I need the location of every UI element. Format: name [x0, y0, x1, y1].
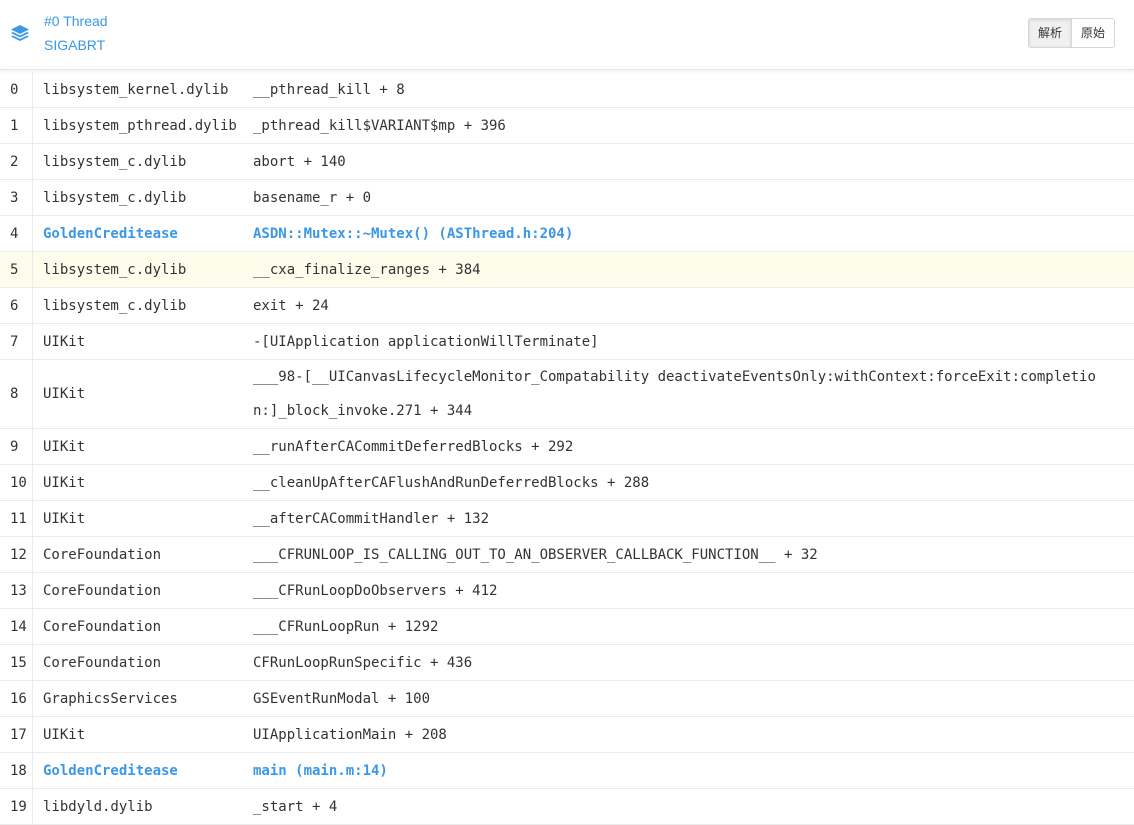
frame-symbol: __cxa_finalize_ranges + 384	[253, 261, 481, 278]
frame-module: CoreFoundation	[43, 582, 162, 599]
frame-module: libdyld.dylib	[43, 798, 153, 815]
frame-symbol: ___CFRunLoopDoObservers + 412	[253, 582, 498, 599]
stack-frame-row[interactable]: 7 UIKit -[UIApplication applicationWillTer…	[0, 324, 1134, 360]
frame-module: CoreFoundation	[43, 654, 162, 671]
frame-symbol: ___CFRunLoopRun + 1292	[253, 618, 439, 635]
frame-index: 8	[0, 360, 33, 428]
frame-module: CoreFoundation	[43, 618, 162, 635]
frame-module: libsystem_c.dylib	[43, 153, 187, 170]
frame-symbol: _start + 4	[253, 798, 338, 815]
frame-index: 7	[0, 324, 33, 359]
view-mode-toggle: 解析 原始	[1028, 18, 1116, 48]
stack-frame-row[interactable]: 11 UIKit __afterCACommitHandler + 132	[0, 501, 1134, 537]
frame-symbol: __pthread_kill + 8	[253, 81, 405, 98]
frame-symbol: CFRunLoopRunSpecific + 436	[253, 654, 473, 671]
frame-module: UIKit	[43, 438, 86, 455]
frame-module: GoldenCreditease	[43, 762, 178, 779]
frame-index: 15	[0, 645, 33, 680]
thread-header: #0 Thread SIGABRT 解析 原始	[0, 0, 1134, 70]
frame-index: 13	[0, 573, 33, 608]
parsed-button[interactable]: 解析	[1029, 19, 1072, 47]
frame-symbol: -[UIApplication applicationWillTerminate…	[253, 333, 599, 350]
frame-index: 5	[0, 252, 33, 287]
frame-index: 17	[0, 717, 33, 752]
frame-symbol: basename_r + 0	[253, 189, 372, 206]
frame-index: 2	[0, 144, 33, 179]
stack-frame-row[interactable]: 19 libdyld.dylib _start + 4	[0, 789, 1134, 825]
frame-index: 10	[0, 465, 33, 500]
stack-frame-row[interactable]: 6 libsystem_c.dylib exit + 24	[0, 288, 1134, 324]
raw-button[interactable]: 原始	[1071, 19, 1115, 47]
frame-symbol: __afterCACommitHandler + 132	[253, 510, 490, 527]
frame-module: libsystem_c.dylib	[43, 261, 187, 278]
stack-frame-row[interactable]: 0 libsystem_kernel.dylib __pthread_kill + …	[0, 72, 1134, 108]
stack-frame-row[interactable]: 8 UIKit ___98-[__UICanvasLifecycleMonitor_…	[0, 360, 1134, 429]
frame-symbol: abort + 140	[253, 153, 346, 170]
stack-frame-row[interactable]: 18 GoldenCreditease main (main.m:14)	[0, 753, 1134, 789]
frame-module: libsystem_c.dylib	[43, 189, 187, 206]
frame-module: UIKit	[43, 726, 86, 743]
frame-symbol: __cleanUpAfterCAFlushAndRunDeferredBlock…	[253, 474, 650, 491]
frame-symbol: exit + 24	[253, 297, 329, 314]
stack-frame-row[interactable]: 1 libsystem_pthread.dylib _pthread_kill$VA…	[0, 108, 1134, 144]
frame-index: 1	[0, 108, 33, 143]
frame-index: 9	[0, 429, 33, 464]
frame-symbol: ___98-[__UICanvasLifecycleMonitor_Compat…	[253, 369, 1096, 419]
frame-symbol: main (main.m:14)	[253, 762, 388, 779]
frame-symbol: _pthread_kill$VARIANT$mp + 396	[253, 117, 506, 134]
frame-symbol: GSEventRunModal + 100	[253, 690, 431, 707]
stack-frame-list: 0 libsystem_kernel.dylib __pthread_kill + …	[0, 72, 1134, 825]
frame-index: 0	[0, 72, 33, 107]
stack-frame-row[interactable]: 9 UIKit __runAfterCACommitDeferredBlocks +…	[0, 429, 1134, 465]
frame-module: GoldenCreditease	[43, 225, 178, 242]
layers-icon	[11, 25, 29, 41]
stack-frame-row[interactable]: 3 libsystem_c.dylib basename_r + 0	[0, 180, 1134, 216]
frame-module: UIKit	[43, 386, 86, 402]
stack-frame-row[interactable]: 14 CoreFoundation ___CFRunLoopRun + 1292	[0, 609, 1134, 645]
stack-frame-row[interactable]: 16 GraphicsServices GSEventRunModal + 100	[0, 681, 1134, 717]
frame-index: 14	[0, 609, 33, 644]
frame-module: CoreFoundation	[43, 546, 162, 563]
stack-frame-row[interactable]: 5 libsystem_c.dylib __cxa_finalize_ranges …	[0, 252, 1134, 288]
frame-module: UIKit	[43, 474, 86, 491]
frame-symbol: __runAfterCACommitDeferredBlocks + 292	[253, 438, 574, 455]
stack-frame-row[interactable]: 2 libsystem_c.dylib abort + 140	[0, 144, 1134, 180]
frame-index: 6	[0, 288, 33, 323]
frame-module: libsystem_kernel.dylib	[43, 81, 229, 98]
frame-module: UIKit	[43, 333, 86, 350]
stack-frame-row[interactable]: 4 GoldenCreditease ASDN::Mutex::~Mutex() (…	[0, 216, 1134, 252]
frame-module: GraphicsServices	[43, 690, 178, 707]
thread-signal: SIGABRT	[44, 37, 106, 53]
stack-frame-row[interactable]: 12 CoreFoundation ___CFRUNLOOP_IS_CALLING_…	[0, 537, 1134, 573]
frame-index: 18	[0, 753, 33, 788]
frame-index: 16	[0, 681, 33, 716]
frame-index: 3	[0, 180, 33, 215]
frame-index: 4	[0, 216, 33, 251]
stack-frame-row[interactable]: 13 CoreFoundation ___CFRunLoopDoObservers …	[0, 573, 1134, 609]
thread-name: #0 Thread	[44, 13, 108, 29]
frame-module: libsystem_pthread.dylib	[43, 117, 237, 134]
frame-index: 11	[0, 501, 33, 536]
stack-frame-row[interactable]: 10 UIKit __cleanUpAfterCAFlushAndRunDeferr…	[0, 465, 1134, 501]
frame-module: UIKit	[43, 510, 86, 527]
stack-frame-row[interactable]: 17 UIKit UIApplicationMain + 208	[0, 717, 1134, 753]
stack-frame-row[interactable]: 15 CoreFoundation CFRunLoopRunSpecific + 4…	[0, 645, 1134, 681]
frame-symbol: UIApplicationMain + 208	[253, 726, 447, 743]
frame-index: 19	[0, 789, 33, 824]
frame-index: 12	[0, 537, 33, 572]
frame-symbol: ASDN::Mutex::~Mutex() (ASThread.h:204)	[253, 225, 574, 242]
frame-module: libsystem_c.dylib	[43, 297, 187, 314]
frame-symbol: ___CFRUNLOOP_IS_CALLING_OUT_TO_AN_OBSERV…	[253, 546, 818, 563]
